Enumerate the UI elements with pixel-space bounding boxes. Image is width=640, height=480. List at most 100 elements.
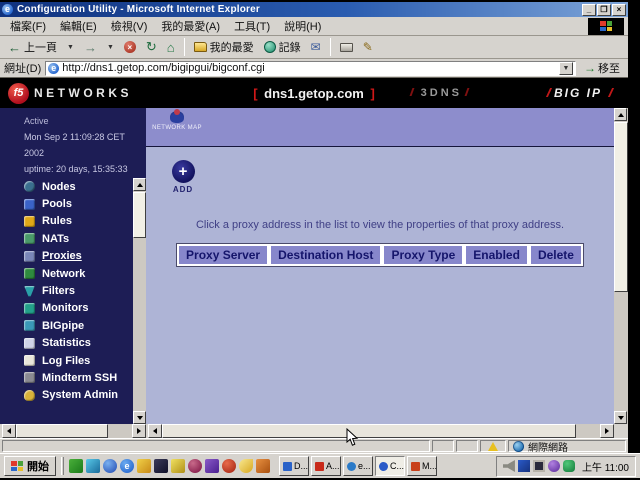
task-window-button[interactable]: A... (311, 456, 341, 476)
column-delete[interactable]: Delete (529, 244, 583, 266)
app-icon (283, 462, 292, 471)
history-button[interactable]: 記錄 (260, 37, 305, 57)
scroll-left-button[interactable] (2, 424, 16, 438)
sidebar-item-mindterm-ssh[interactable]: Mindterm SSH (0, 369, 133, 386)
sidebar-item-filters[interactable]: Filters (0, 282, 133, 299)
sidebar-item-rules[interactable]: Rules (0, 213, 133, 230)
input-language-icon[interactable] (518, 460, 530, 472)
network-map-label: NETWORK MAP (152, 125, 202, 131)
window-titlebar[interactable]: e Configuration Utility - Microsoft Inte… (0, 2, 628, 17)
stop-button[interactable]: × (120, 37, 140, 57)
back-button[interactable]: ← 上一頁 (4, 37, 61, 57)
go-button[interactable]: → 移至 (580, 60, 624, 76)
mail-button[interactable]: ✉ (307, 37, 325, 57)
edit-button[interactable]: ✎ (359, 37, 377, 57)
sidebar-item-proxies[interactable]: Proxies (0, 248, 133, 265)
volume-icon[interactable] (503, 460, 515, 472)
window-controls: _ ❐ × (582, 4, 626, 16)
nats-icon (24, 233, 35, 244)
ie-quick-launch-icon[interactable]: e (120, 459, 134, 473)
sidebar-item-statistics[interactable]: Statistics (0, 335, 133, 352)
menu-edit[interactable]: 編輯(E) (54, 17, 103, 35)
forward-button[interactable]: → (80, 37, 101, 57)
home-button[interactable]: ⌂ (163, 37, 179, 57)
scrollbar-thumb[interactable] (614, 122, 628, 292)
page-favicon-icon: e (48, 63, 59, 74)
maximize-button[interactable]: ❐ (597, 4, 611, 16)
forward-dropdown[interactable]: ▼ (103, 37, 118, 57)
column-enabled[interactable]: Enabled (464, 244, 529, 266)
sidebar-item-log-files[interactable]: Log Files (0, 352, 133, 369)
column-proxy-type[interactable]: Proxy Type (382, 244, 464, 266)
scroll-up-button[interactable] (614, 108, 627, 121)
main-horizontal-scrollbar[interactable] (148, 424, 614, 438)
network-status-icon[interactable] (563, 460, 575, 472)
menu-view[interactable]: 檢視(V) (105, 17, 154, 35)
add-proxy-button[interactable]: + ADD (166, 160, 200, 194)
menu-file[interactable]: 檔案(F) (4, 17, 52, 35)
sidebar-item-nodes[interactable]: Nodes (0, 178, 133, 195)
scroll-right-button[interactable] (600, 424, 614, 438)
scrollbar-thumb[interactable] (133, 192, 146, 238)
scroll-up-button[interactable] (133, 178, 146, 191)
close-button[interactable]: × (612, 4, 626, 16)
sidebar-item-label: System Admin (42, 389, 118, 401)
menu-help[interactable]: 說明(H) (278, 17, 327, 35)
start-button[interactable]: 開始 (4, 456, 56, 476)
address-dropdown-button[interactable]: ▼ (559, 62, 573, 75)
quick-launch-icon[interactable] (86, 459, 100, 473)
sidebar-item-pools[interactable]: Pools (0, 195, 133, 212)
menu-favorites[interactable]: 我的最愛(A) (155, 17, 226, 35)
quick-launch-icon[interactable] (154, 459, 168, 473)
scroll-right-button[interactable] (132, 424, 146, 438)
scroll-left-button[interactable] (148, 424, 162, 438)
quick-launch-icon[interactable] (69, 459, 83, 473)
favorites-button[interactable]: 我的最愛 (190, 37, 258, 57)
sidebar-item-nats[interactable]: NATs (0, 230, 133, 247)
home-icon: ⌂ (167, 40, 175, 55)
minimize-button[interactable]: _ (582, 4, 596, 16)
status-bar: 網際網路 (0, 438, 628, 453)
task-window-button-active[interactable]: C... (375, 456, 405, 476)
scrollbar-thumb[interactable] (16, 424, 108, 438)
sidebar-scrollbar[interactable] (133, 178, 146, 424)
quick-launch-icon[interactable] (188, 459, 202, 473)
sidebar-item-system-admin[interactable]: System Admin (0, 387, 133, 404)
sidebar-item-monitors[interactable]: Monitors (0, 300, 133, 317)
column-destination-host[interactable]: Destination Host (269, 244, 382, 266)
quick-launch-icon[interactable] (205, 459, 219, 473)
quick-launch-icon[interactable] (103, 459, 117, 473)
scroll-down-button[interactable] (614, 411, 627, 424)
refresh-button[interactable]: ↻ (142, 37, 161, 57)
quick-launch-bar: e (69, 459, 270, 473)
quick-launch-icon[interactable] (256, 459, 270, 473)
display-settings-icon[interactable] (533, 460, 545, 472)
task-window-button[interactable]: D... (279, 456, 309, 476)
address-bar: 網址(D) e http://dns1.getop.com/bigipgui/b… (0, 59, 628, 78)
taskbar-clock[interactable]: 上午 11:00 (582, 459, 629, 474)
menu-tools[interactable]: 工具(T) (228, 17, 276, 35)
main-scrollbar[interactable] (614, 108, 628, 424)
arrow-down-icon (618, 416, 624, 420)
back-dropdown[interactable]: ▼ (63, 37, 78, 57)
start-label: 開始 (27, 458, 49, 474)
scrollbar-thumb[interactable] (162, 424, 576, 438)
network-map-icon (170, 111, 184, 123)
task-window-button[interactable]: e... (343, 456, 373, 476)
task-window-button[interactable]: M... (407, 456, 437, 476)
print-button[interactable] (336, 37, 357, 57)
tray-app-icon[interactable] (548, 460, 560, 472)
forward-icon: → (84, 41, 97, 54)
taskbar-grip[interactable] (61, 457, 64, 475)
sidebar-item-network[interactable]: Network (0, 265, 133, 282)
sidebar-horizontal-scrollbar[interactable] (2, 424, 146, 438)
scroll-down-button[interactable] (133, 411, 146, 424)
quick-launch-icon[interactable] (222, 459, 236, 473)
sidebar-item-bigpipe[interactable]: BIGpipe (0, 317, 133, 334)
quick-launch-icon[interactable] (171, 459, 185, 473)
quick-launch-icon[interactable] (239, 459, 253, 473)
quick-launch-icon[interactable] (137, 459, 151, 473)
column-proxy-server[interactable]: Proxy Server (177, 244, 269, 266)
address-input[interactable]: e http://dns1.getop.com/bigipgui/bigconf… (45, 61, 576, 76)
network-map-button[interactable]: NETWORK MAP (154, 111, 200, 144)
